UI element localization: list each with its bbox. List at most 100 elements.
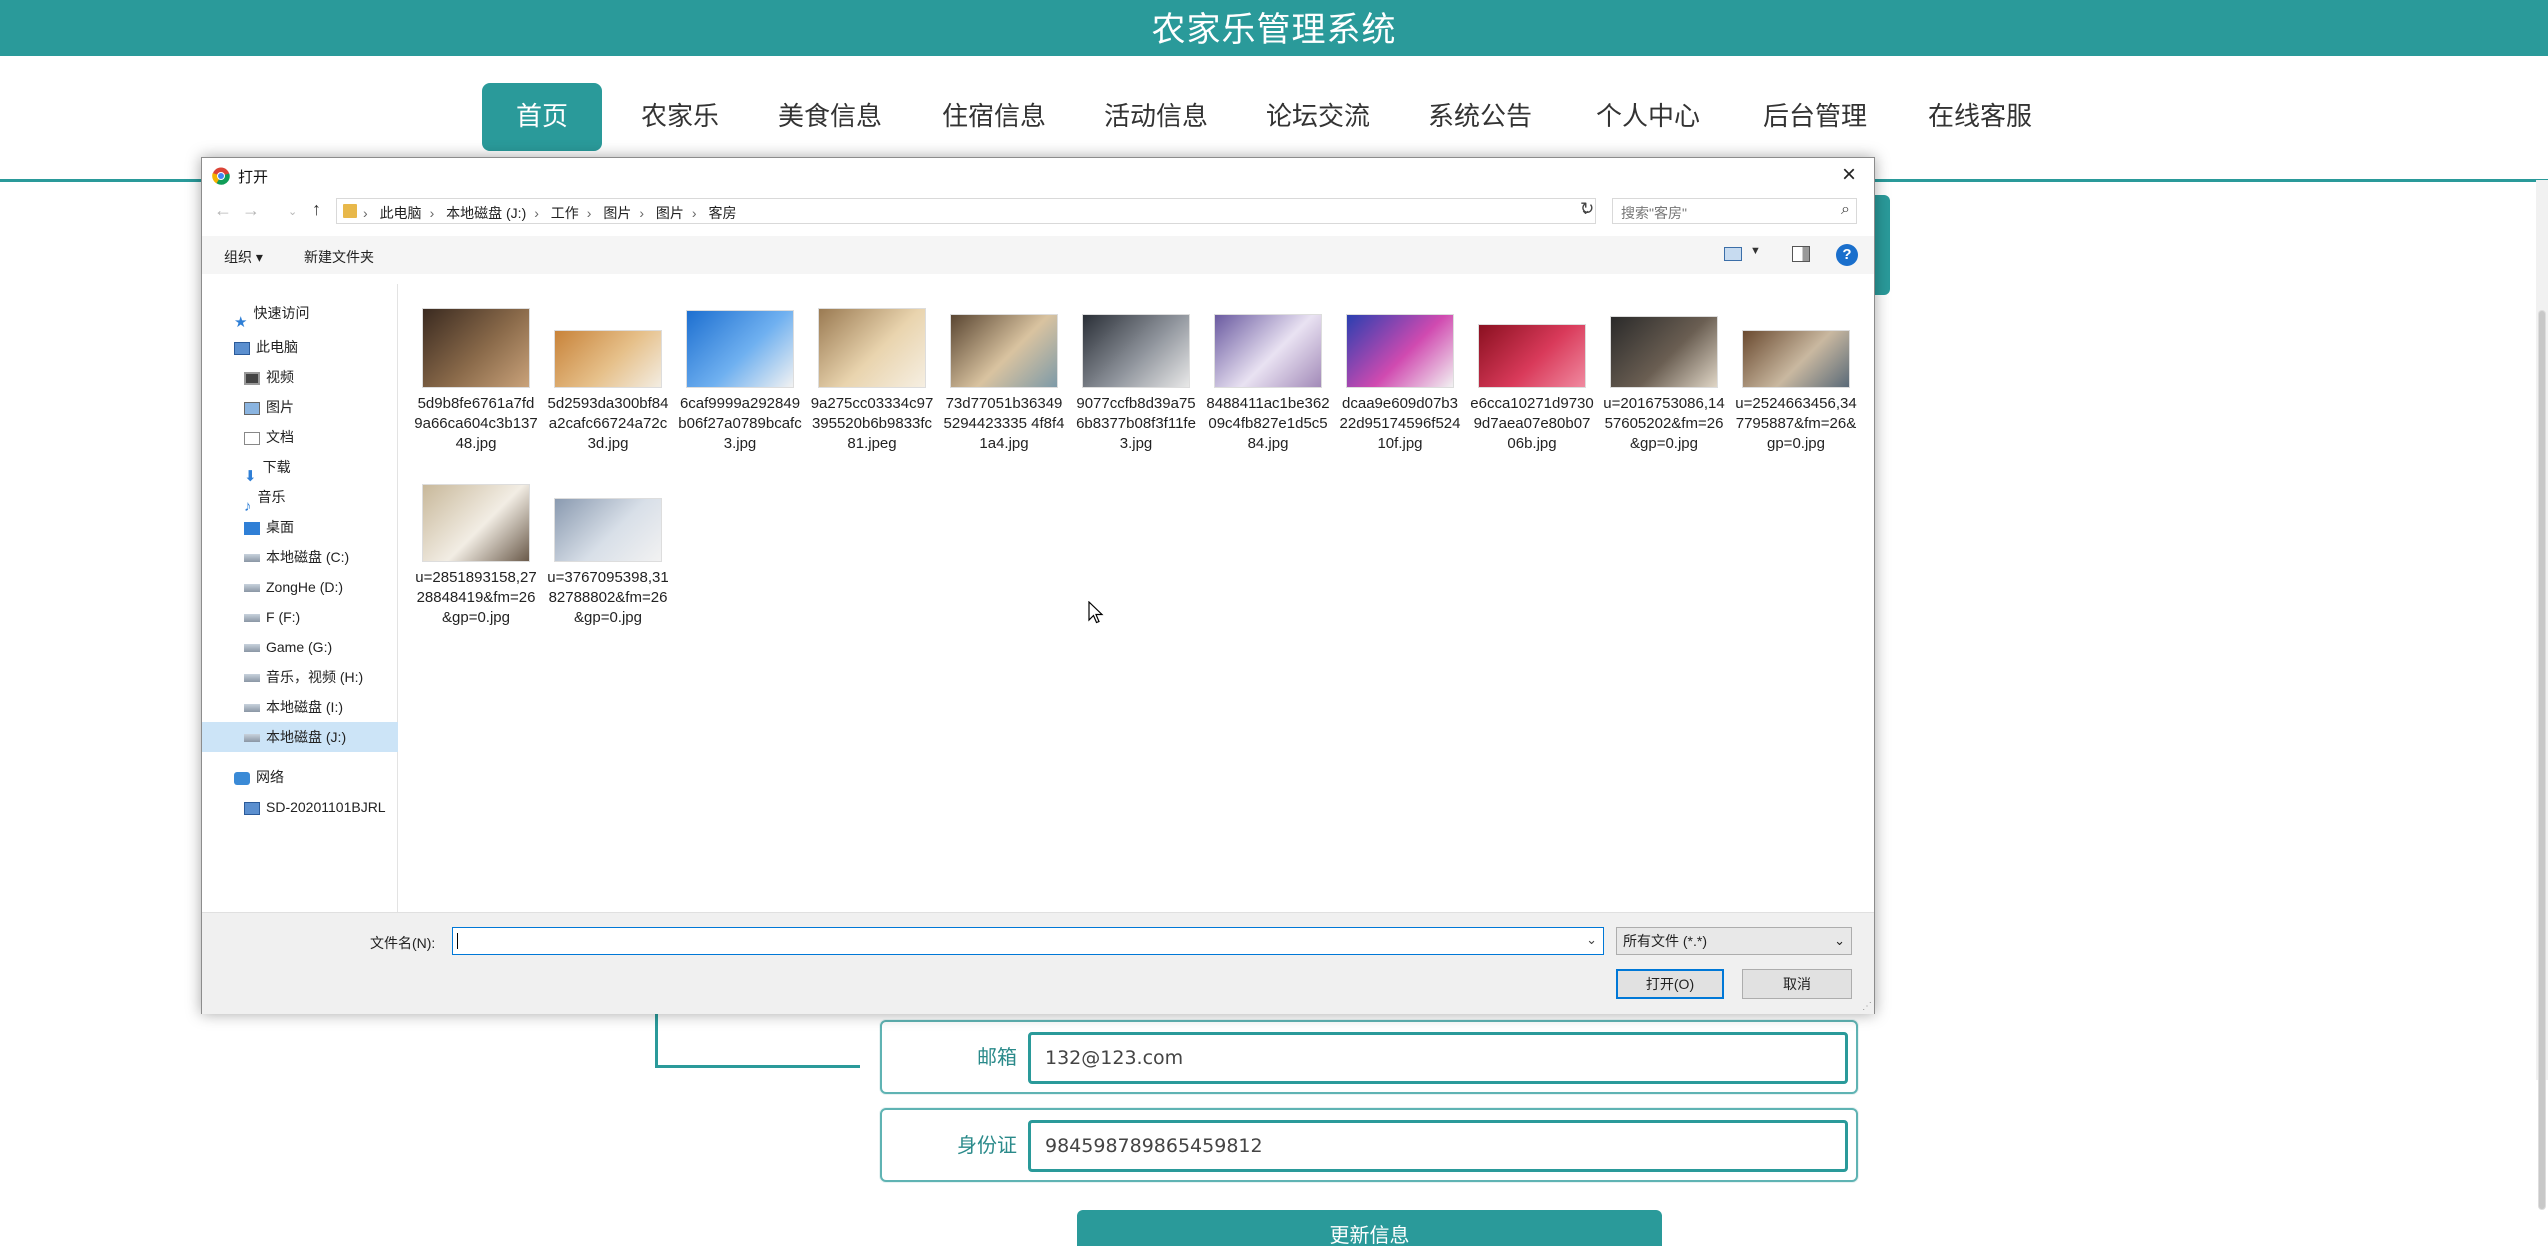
nav-profile[interactable]: 个人中心 <box>1588 83 1708 151</box>
chrome-icon <box>212 167 230 185</box>
nav-network[interactable]: 网络 <box>234 762 284 792</box>
nav-drive-d[interactable]: ZongHe (D:) <box>244 572 343 602</box>
nav-documents[interactable]: 文档 <box>244 422 294 452</box>
recent-chevron-icon[interactable]: ⌄ <box>288 205 297 218</box>
close-icon[interactable]: × <box>1834 160 1864 190</box>
file-item[interactable]: 6caf9999a292849b06f27a0789bcafc3.jpg <box>676 308 804 454</box>
file-item[interactable]: 5d9b8fe6761a7fd9a66ca604c3b13748.jpg <box>412 308 540 454</box>
file-item[interactable]: e6cca10271d97309d7aea07e80b0706b.jpg <box>1468 308 1596 454</box>
file-name: 73d77051b363495294423335 4f8f41a4.jpg <box>943 395 1065 452</box>
file-item[interactable]: u=3767095398,3182788802&fm=26&gp=0.jpg <box>544 484 672 628</box>
cancel-button[interactable]: 取消 <box>1742 969 1852 999</box>
crumb[interactable]: 图片 <box>656 205 684 221</box>
nav-music[interactable]: ♪音乐 <box>244 482 286 515</box>
nav-this-pc[interactable]: 此电脑 <box>234 332 298 362</box>
video-folder-icon <box>244 371 260 385</box>
nav-videos[interactable]: 视频 <box>244 362 294 392</box>
file-item[interactable]: u=2016753086,1457605202&fm=26&gp=0.jpg <box>1600 308 1728 454</box>
music-icon: ♪ <box>244 497 252 515</box>
filename-dropdown-icon[interactable]: ⌄ <box>1586 932 1597 948</box>
site-title: 农家乐管理系统 <box>1151 9 1397 50</box>
file-name: u=2851893158,2728848419&fm=26&gp=0.jpg <box>415 569 537 626</box>
file-thumbnail <box>422 484 530 562</box>
forward-icon[interactable]: → <box>242 200 260 221</box>
nav-drive-j[interactable]: 本地磁盘 (J:) <box>202 722 398 752</box>
nav-home[interactable]: 首页 <box>482 83 602 151</box>
nav-nongjiale[interactable]: 农家乐 <box>630 83 730 151</box>
nav-food[interactable]: 美食信息 <box>770 83 890 151</box>
nav-network-pc[interactable]: SD-20201101BJRL <box>244 792 386 822</box>
scrollbar-thumb[interactable] <box>2538 310 2546 1210</box>
update-button[interactable]: 更新信息 <box>1077 1210 1662 1246</box>
refresh-icon[interactable]: ↻ <box>1580 199 1594 219</box>
computer-icon <box>234 341 250 355</box>
chevron-down-icon: ⌄ <box>1834 933 1845 948</box>
nav-drive-h[interactable]: 音乐，视频 (H:) <box>244 662 363 692</box>
file-name: e6cca10271d97309d7aea07e80b0706b.jpg <box>1470 395 1594 452</box>
crumb[interactable]: 图片 <box>603 205 631 221</box>
file-item[interactable]: 73d77051b363495294423335 4f8f41a4.jpg <box>940 308 1068 454</box>
file-name: u=3767095398,3182788802&fm=26&gp=0.jpg <box>547 569 669 626</box>
file-item[interactable]: u=2524663456,347795887&fm=26&gp=0.jpg <box>1732 308 1860 454</box>
file-name: u=2524663456,347795887&fm=26&gp=0.jpg <box>1735 395 1857 452</box>
breadcrumb: › 此电脑 › 本地磁盘 (J:) › 工作 › 图片 › 图片 › 客房 <box>363 205 737 221</box>
view-chevron-icon[interactable]: ▼ <box>1750 245 1761 257</box>
file-name: u=2016753086,1457605202&fm=26&gp=0.jpg <box>1603 395 1725 452</box>
nav-lodging[interactable]: 住宿信息 <box>934 83 1054 151</box>
nav-drive-g[interactable]: Game (G:) <box>244 632 332 662</box>
filename-label: 文件名(N): <box>370 935 436 951</box>
id-field[interactable]: 984598789865459812 <box>1028 1120 1848 1172</box>
file-thumbnail <box>1214 314 1322 388</box>
file-name: 5d2593da300bf84a2cafc66724a72c3d.jpg <box>547 395 669 452</box>
resize-grip-icon[interactable]: ⋰ <box>1862 1001 1872 1012</box>
crumb[interactable]: 本地磁盘 (J:) <box>446 205 526 221</box>
filetype-select[interactable]: 所有文件 (*.*) ⌄ <box>1616 927 1852 955</box>
new-folder-button[interactable]: 新建文件夹 <box>304 247 374 267</box>
path-box[interactable]: › 此电脑 › 本地磁盘 (J:) › 工作 › 图片 › 图片 › 客房 ⌄ <box>336 198 1596 224</box>
nav-quick-access[interactable]: ★快速访问 <box>234 298 309 331</box>
up-icon[interactable]: ↑ <box>312 199 321 220</box>
file-item[interactable]: 8488411ac1be36209c4fb827e1d5c584.jpg <box>1204 308 1332 454</box>
crumb[interactable]: 工作 <box>551 205 579 221</box>
id-row: 身份证 984598789865459812 <box>880 1108 1858 1182</box>
preview-pane-icon[interactable] <box>1792 246 1810 262</box>
nav-drive-c[interactable]: 本地磁盘 (C:) <box>244 542 349 572</box>
nav-drive-i[interactable]: 本地磁盘 (I:) <box>244 692 343 722</box>
file-item[interactable]: u=2851893158,2728848419&fm=26&gp=0.jpg <box>412 484 540 628</box>
file-item[interactable]: 5d2593da300bf84a2cafc66724a72c3d.jpg <box>544 308 672 454</box>
nav-support[interactable]: 在线客服 <box>1920 83 2040 151</box>
email-field[interactable]: 132@123.com <box>1028 1032 1848 1084</box>
search-input[interactable]: 搜索"客房" ⌕ <box>1612 198 1857 224</box>
file-item[interactable]: 9077ccfb8d39a756b8377b08f3f11fe3.jpg <box>1072 308 1200 454</box>
file-item[interactable]: 9a275cc03334c97395520b6b9833fc81.jpeg <box>808 308 936 454</box>
download-icon: ⬇ <box>244 467 257 485</box>
drive-icon <box>244 674 260 683</box>
crumb[interactable]: 此电脑 <box>380 205 422 221</box>
nav-announcements[interactable]: 系统公告 <box>1420 83 1540 151</box>
dialog-titlebar[interactable]: 打开 × <box>202 158 1874 194</box>
file-thumbnail <box>1478 324 1586 388</box>
page-scrollbar[interactable] <box>2536 180 2548 1210</box>
organize-menu[interactable]: 组织 ▾ <box>224 247 263 267</box>
filetype-value: 所有文件 (*.*) <box>1623 933 1707 949</box>
file-thumbnail <box>1610 316 1718 388</box>
crumb[interactable]: 客房 <box>708 205 736 221</box>
view-icon[interactable] <box>1724 247 1742 261</box>
search-icon[interactable]: ⌕ <box>1841 201 1850 219</box>
nav-admin[interactable]: 后台管理 <box>1755 83 1875 151</box>
file-item[interactable]: dcaa9e609d07b322d95174596f52410f.jpg <box>1336 308 1464 454</box>
file-thumbnail <box>1082 314 1190 388</box>
nav-downloads[interactable]: ⬇下载 <box>244 452 291 485</box>
drive-icon <box>244 734 260 743</box>
help-icon[interactable]: ? <box>1836 244 1858 266</box>
filename-input[interactable]: ⌄ <box>452 927 1604 955</box>
nav-pictures[interactable]: 图片 <box>244 392 294 422</box>
back-icon[interactable]: ← <box>214 200 232 221</box>
nav-drive-f[interactable]: F (F:) <box>244 602 300 632</box>
nav-forum[interactable]: 论坛交流 <box>1258 83 1378 151</box>
nav-desktop[interactable]: 桌面 <box>244 512 294 542</box>
nav-activities[interactable]: 活动信息 <box>1096 83 1216 151</box>
drive-icon <box>244 704 260 713</box>
dialog-title: 打开 <box>238 169 269 186</box>
open-button[interactable]: 打开(O) <box>1616 969 1724 999</box>
